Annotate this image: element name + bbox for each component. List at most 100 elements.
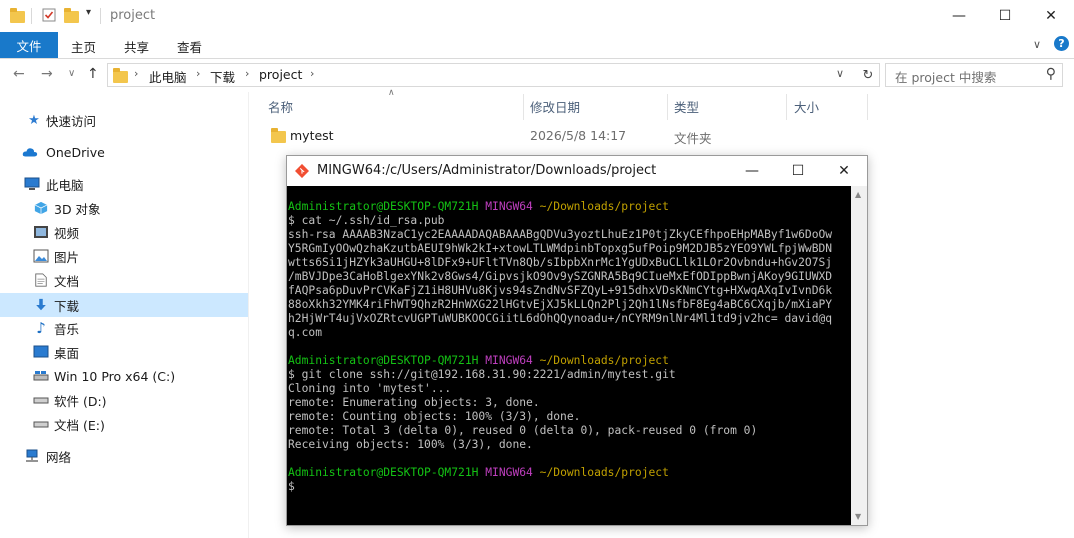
tab-view[interactable]: 查看 xyxy=(177,37,202,56)
pane-divider[interactable] xyxy=(248,92,249,538)
breadcrumb-downloads[interactable]: 下载 xyxy=(210,67,235,86)
terminal-line: $ xyxy=(288,480,295,493)
address-history-dropdown-icon[interactable]: ∨ xyxy=(836,67,844,80)
sidebar-item-3d-objects[interactable]: 3D 对象 xyxy=(0,197,248,219)
terminal-close-button[interactable]: ✕ xyxy=(821,156,867,186)
address-bar[interactable]: › 此电脑 › 下载 › project › ∨ xyxy=(107,63,880,87)
maximize-button[interactable]: ☐ xyxy=(982,0,1028,32)
up-arrow-icon[interactable]: ↑ xyxy=(87,66,99,82)
search-placeholder: 在 project 中搜索 xyxy=(895,70,997,85)
terminal-line: h2HjWrT4ujVxOZRtcvUGPTuWUBKOOCGiitL6dOhQ… xyxy=(288,312,833,325)
column-header-size[interactable]: 大小 xyxy=(794,97,819,116)
terminal-line: 88oXkh32YMK4riFhWT9QhzR2HnWXG22lHGtvEjXJ… xyxy=(288,298,833,311)
terminal-minimize-button[interactable]: — xyxy=(729,156,775,186)
terminal-maximize-button[interactable]: ☐ xyxy=(775,156,821,186)
folder-icon xyxy=(113,68,128,83)
forward-arrow-icon[interactable]: → xyxy=(41,66,53,82)
terminal-output[interactable]: Administrator@DESKTOP-QM721H MINGW64 ~/D… xyxy=(287,186,851,525)
sidebar-item-label: 快速访问 xyxy=(46,113,97,129)
terminal-title-bar[interactable]: MINGW64:/c/Users/Administrator/Downloads… xyxy=(287,156,867,186)
column-header-type[interactable]: 类型 xyxy=(674,97,699,116)
sidebar-item-network[interactable]: 网络 xyxy=(0,445,248,467)
window-title: project xyxy=(110,8,156,23)
terminal-window[interactable]: MINGW64:/c/Users/Administrator/Downloads… xyxy=(286,155,868,526)
star-icon: ★ xyxy=(28,112,40,128)
sidebar-item-drive-e[interactable]: 文档 (E:) xyxy=(0,413,248,435)
search-input[interactable]: 在 project 中搜索 ⚲ xyxy=(885,63,1063,87)
breadcrumb-separator-icon[interactable]: › xyxy=(134,67,138,80)
sidebar-item-label: 软件 (D:) xyxy=(54,393,107,409)
search-icon[interactable]: ⚲ xyxy=(1046,66,1056,82)
picture-icon xyxy=(33,249,49,263)
sidebar-item-label: 此电脑 xyxy=(46,177,84,193)
music-icon: ♪ xyxy=(36,319,46,337)
sidebar-item-quick-access[interactable]: ★ 快速访问 xyxy=(0,109,248,131)
close-button[interactable]: ✕ xyxy=(1028,0,1074,32)
sidebar-item-videos[interactable]: 视频 xyxy=(0,221,248,243)
help-button[interactable]: ? xyxy=(1054,36,1069,51)
file-name[interactable]: mytest xyxy=(290,128,334,143)
terminal-line: fAQPsa6pDuvPrCVKaFjZ1iH8UHVu8Kjvs94sZndN… xyxy=(288,284,833,297)
sidebar-item-downloads[interactable]: 下载 xyxy=(0,293,248,317)
scroll-down-icon[interactable]: ▼ xyxy=(855,512,861,521)
terminal-line: Cloning into 'mytest'... xyxy=(288,382,452,395)
quick-access-dropdown-icon[interactable]: ▾ xyxy=(86,7,91,18)
divider xyxy=(100,8,101,24)
sidebar-item-onedrive[interactable]: OneDrive xyxy=(0,141,248,163)
column-separator[interactable] xyxy=(667,94,668,120)
terminal-title: MINGW64:/c/Users/Administrator/Downloads… xyxy=(317,163,657,178)
tab-file[interactable]: 文件 xyxy=(0,32,58,58)
folder-icon xyxy=(10,8,25,23)
ribbon-expand-icon[interactable]: ∨ xyxy=(1033,38,1041,51)
breadcrumb-project[interactable]: project xyxy=(259,67,302,82)
sidebar-item-label: 文档 xyxy=(54,273,80,289)
file-date: 2026/5/8 14:17 xyxy=(530,128,627,143)
computer-icon xyxy=(24,177,40,190)
terminal-line: Y5RGmIyOOwQzhaKzutbAEUI9hWk2kI+xtowLTLWM… xyxy=(288,242,833,255)
sidebar-item-music[interactable]: ♪ 音乐 xyxy=(0,317,248,339)
tab-home[interactable]: 主页 xyxy=(71,37,96,56)
sidebar-item-drive-d[interactable]: 软件 (D:) xyxy=(0,389,248,411)
column-separator[interactable] xyxy=(786,94,787,120)
terminal-scrollbar[interactable]: ▲ ▼ xyxy=(851,186,867,525)
recent-locations-chevron-icon[interactable]: ∨ xyxy=(68,68,75,79)
navigation-bar: ← → ∨ ↑ › 此电脑 › 下载 › project › ∨ ↻ 在 pro… xyxy=(0,60,1074,90)
column-header-name[interactable]: 名称 xyxy=(268,97,293,116)
column-separator[interactable] xyxy=(523,94,524,120)
sidebar-item-desktop[interactable]: 桌面 xyxy=(0,341,248,363)
desktop-icon xyxy=(33,345,49,358)
sidebar-item-label: 文档 (E:) xyxy=(54,417,105,433)
sidebar-item-drive-c[interactable]: Win 10 Pro x64 (C:) xyxy=(0,365,248,387)
cloud-icon xyxy=(22,148,38,157)
git-icon xyxy=(295,164,309,178)
properties-check-icon[interactable] xyxy=(42,8,56,22)
column-header-date[interactable]: 修改日期 xyxy=(530,97,580,116)
sidebar-item-label: 网络 xyxy=(46,449,72,465)
terminal-line: wtts6Si1jHZYk3aUHGU+8lDFx9+UFltTVn8Qb/sI… xyxy=(288,256,833,269)
terminal-line: remote: Counting objects: 100% (3/3), do… xyxy=(288,410,581,423)
new-folder-icon[interactable] xyxy=(64,8,79,23)
refresh-button[interactable]: ↻ xyxy=(857,63,880,87)
terminal-line: $ git clone ssh://git@192.168.31.90:2221… xyxy=(288,368,676,381)
file-type: 文件夹 xyxy=(674,131,712,146)
breadcrumb-separator-icon[interactable]: › xyxy=(245,67,249,80)
breadcrumb-separator-icon[interactable]: › xyxy=(196,67,200,80)
terminal-line: remote: Enumerating objects: 3, done. xyxy=(288,396,540,409)
scroll-up-icon[interactable]: ▲ xyxy=(855,190,861,199)
sidebar-item-this-pc[interactable]: 此电脑 xyxy=(0,173,248,195)
sidebar-item-pictures[interactable]: 图片 xyxy=(0,245,248,267)
column-separator[interactable] xyxy=(867,94,868,120)
sidebar-item-label: OneDrive xyxy=(46,144,105,160)
document-icon xyxy=(35,273,47,287)
minimize-button[interactable]: — xyxy=(936,0,982,32)
terminal-line: remote: Total 3 (delta 0), reused 0 (del… xyxy=(288,424,758,437)
drive-icon xyxy=(33,421,49,428)
sidebar-item-label: 音乐 xyxy=(54,321,80,337)
breadcrumb-this-pc[interactable]: 此电脑 xyxy=(149,67,187,86)
breadcrumb-separator-icon[interactable]: › xyxy=(310,67,314,80)
cube-icon xyxy=(34,201,48,215)
tab-share[interactable]: 共享 xyxy=(124,37,149,56)
prompt-line: Administrator@DESKTOP-QM721H MINGW64 ~/D… xyxy=(288,466,669,479)
back-arrow-icon[interactable]: ← xyxy=(13,66,25,82)
sidebar-item-documents[interactable]: 文档 xyxy=(0,269,248,291)
